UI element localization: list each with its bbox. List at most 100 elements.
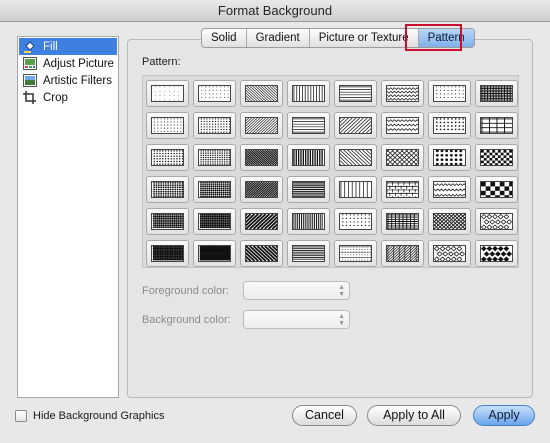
pattern-swatch-button[interactable] (226, 144, 298, 171)
pattern-swatch-button[interactable] (381, 176, 424, 203)
pattern-checker-small-icon (480, 149, 513, 166)
foreground-color-select[interactable]: ▲ ▼ (243, 281, 350, 300)
pattern-dash-vert-icon (339, 181, 372, 198)
pattern-swatch-button[interactable] (193, 176, 236, 203)
pattern-swatch-button[interactable] (381, 112, 424, 139)
pattern-swatch-button[interactable] (428, 112, 471, 139)
pattern-swatch-button[interactable] (381, 208, 424, 235)
stepper-arrows-icon: ▲ ▼ (338, 284, 345, 298)
pattern-swatch-button[interactable] (193, 144, 236, 171)
tab-gradient[interactable]: Gradient (247, 29, 310, 47)
stepper-arrows-icon: ▲ ▼ (338, 313, 345, 327)
pattern-swatch-button[interactable] (146, 240, 189, 267)
pattern-checker-large-icon (480, 181, 514, 200)
pattern-dots-30-icon (151, 149, 184, 166)
pattern-swatch-button[interactable] (428, 80, 471, 107)
pattern-grid-small-icon (480, 85, 513, 102)
pattern-swatch-button[interactable] (428, 144, 471, 171)
pattern-confetti-large-icon (433, 117, 466, 134)
pattern-swatch-button[interactable] (226, 80, 297, 107)
pattern-swatch-button[interactable] (226, 176, 298, 203)
pattern-swatch-button[interactable] (226, 112, 297, 139)
pattern-swatch-button[interactable] (226, 208, 297, 235)
sidebar-item-label: Fill (43, 40, 58, 53)
sidebar-item-crop[interactable]: Crop (18, 89, 118, 106)
pattern-label: Pattern: (142, 56, 181, 68)
pattern-dash-diag-dn-icon (320, 149, 391, 166)
pattern-swatch-button[interactable] (146, 208, 189, 235)
pattern-swatch-button[interactable] (146, 176, 189, 203)
pattern-swatch-button[interactable] (193, 208, 236, 235)
sidebar-item-artistic-filters[interactable]: Artistic Filters (18, 72, 118, 89)
pattern-swatch-button[interactable] (334, 176, 377, 203)
pattern-divot-icon (339, 213, 372, 230)
pattern-diag-dn-light-icon (226, 85, 297, 102)
pattern-dash-diag-up-icon (320, 117, 391, 134)
pattern-diag-up-dark-icon (226, 181, 298, 198)
pattern-swatch-button[interactable] (334, 240, 377, 267)
pattern-swatch-button[interactable] (428, 176, 471, 203)
pattern-wave-icon (386, 117, 422, 134)
pattern-horiz-light-icon (292, 117, 325, 134)
category-sidebar: Fill Adjust Picture Artistic Filters Cro… (17, 36, 119, 398)
pattern-dots-60-icon (198, 181, 231, 198)
pattern-swatch-button[interactable] (475, 240, 518, 267)
pattern-swatch-button[interactable] (287, 176, 330, 203)
pattern-diag-dn-dark-icon (226, 149, 298, 166)
pattern-sphere-icon (433, 149, 466, 166)
sidebar-item-label: Artistic Filters (43, 74, 112, 87)
pattern-swatch-button[interactable] (287, 144, 330, 171)
pattern-swatch-button[interactable] (334, 208, 377, 235)
pattern-swatch-button[interactable] (287, 240, 330, 267)
pattern-swatch-button[interactable] (367, 240, 438, 267)
pattern-swatch-button[interactable] (146, 144, 189, 171)
hide-background-graphics-label: Hide Background Graphics (33, 410, 165, 422)
pattern-swatch-button[interactable] (367, 144, 437, 171)
pattern-swatch-button[interactable] (287, 208, 330, 235)
pattern-dots-50-icon (151, 181, 184, 198)
apply-to-all-button[interactable]: Apply to All (367, 405, 461, 426)
pattern-swatch-button[interactable] (475, 176, 518, 203)
hide-background-graphics-checkbox[interactable] (15, 410, 27, 422)
sidebar-item-fill[interactable]: Fill (19, 38, 117, 55)
sidebar-item-label: Adjust Picture (43, 57, 114, 70)
pattern-swatch-button[interactable] (475, 112, 518, 139)
apply-button[interactable]: Apply (473, 405, 535, 426)
pattern-swatch-button[interactable] (226, 240, 297, 267)
cancel-button[interactable]: Cancel (292, 405, 357, 426)
pattern-swatch-button[interactable] (287, 80, 330, 107)
pattern-dotted-grid-icon (339, 245, 372, 262)
pattern-swatch-button[interactable] (287, 112, 330, 139)
pattern-swatch-button[interactable] (475, 208, 518, 235)
pattern-dash-horiz-icon (339, 85, 372, 102)
pattern-swatch-button[interactable] (414, 208, 485, 235)
pattern-swatch-button[interactable] (146, 80, 189, 107)
window-title: Format Background (0, 0, 550, 22)
pattern-diag-brick-icon (367, 149, 437, 166)
pattern-swatch-button[interactable] (334, 80, 377, 107)
pattern-swatch-button[interactable] (475, 144, 518, 171)
pattern-swatch-button[interactable] (381, 80, 424, 107)
pattern-swatch-button[interactable] (475, 80, 518, 107)
pattern-swatch-button[interactable] (320, 144, 391, 171)
foreground-color-label: Foreground color: (142, 285, 229, 297)
pattern-swatch-button[interactable] (193, 112, 236, 139)
pattern-swatch-button[interactable] (146, 112, 189, 139)
pattern-vert-dark-icon (292, 149, 325, 166)
tab-picture-or-texture[interactable]: Picture or Texture (310, 29, 419, 47)
pattern-swatch-button[interactable] (428, 240, 471, 267)
pattern-vert-light-icon (292, 85, 325, 102)
pattern-swatch-button[interactable] (320, 112, 391, 139)
pattern-weave-icon (367, 245, 438, 262)
hide-background-graphics-option[interactable]: Hide Background Graphics (15, 410, 164, 422)
background-color-select[interactable]: ▲ ▼ (243, 310, 350, 329)
pattern-swatch-button[interactable] (193, 80, 236, 107)
tab-solid[interactable]: Solid (202, 29, 247, 47)
pattern-diag-up-wide-icon (226, 213, 297, 230)
pattern-swatch-button[interactable] (193, 240, 236, 267)
sidebar-item-label: Crop (43, 91, 68, 104)
pattern-vert-narrow-icon (292, 213, 325, 230)
pattern-horiz-narrow-icon (292, 245, 325, 262)
sidebar-item-adjust-picture[interactable]: Adjust Picture (18, 55, 118, 72)
pattern-dots-5-icon (151, 85, 184, 102)
